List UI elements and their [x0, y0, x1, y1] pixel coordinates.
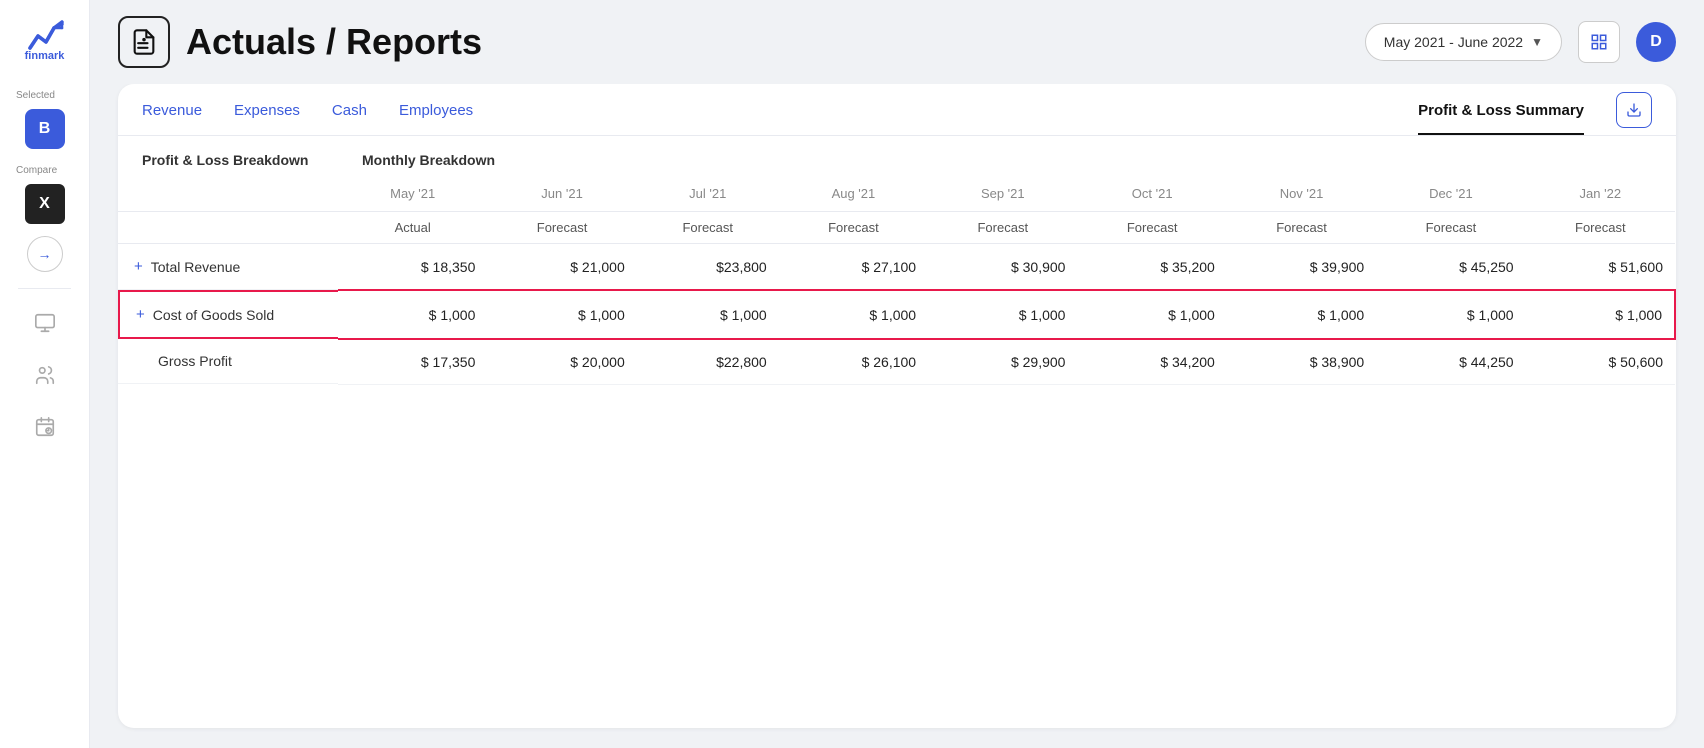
revenue-val-1: $ 21,000 [487, 244, 636, 291]
revenue-val-5: $ 35,200 [1077, 244, 1226, 291]
table-row: + Cost of Goods Sold $ 1,000 $ 1,000 $ 1… [118, 290, 1675, 339]
cogs-val-4: $ 1,000 [928, 290, 1077, 339]
tab-pnl-summary[interactable]: Profit & Loss Summary [1418, 84, 1584, 135]
page-icon [118, 16, 170, 68]
col2-header: Monthly Breakdown [338, 136, 1675, 176]
revenue-val-3: $ 27,100 [779, 244, 928, 291]
revenue-val-4: $ 30,900 [928, 244, 1077, 291]
type-col-8: Forecast [1526, 212, 1675, 244]
page-title: Actuals / Reports [186, 21, 1349, 63]
tab-expenses[interactable]: Expenses [234, 84, 300, 135]
type-col-0: Actual [338, 212, 487, 244]
type-col-2: Forecast [637, 212, 779, 244]
logo: finmark [20, 16, 70, 66]
revenue-val-7: $ 45,250 [1376, 244, 1525, 291]
reports-icon [130, 28, 158, 56]
sidebar-divider [18, 288, 71, 289]
month-col-6: Nov '21 [1227, 176, 1376, 212]
type-col-1: Forecast [487, 212, 636, 244]
month-col-0: May '21 [338, 176, 487, 212]
expand-revenue-button[interactable]: + [134, 258, 143, 275]
download-icon [1626, 102, 1642, 118]
type-col-6: Forecast [1227, 212, 1376, 244]
month-col-3: Aug '21 [779, 176, 928, 212]
cogs-val-1: $ 1,000 [487, 290, 636, 339]
revenue-label: Total Revenue [151, 259, 241, 275]
cogs-val-3: $ 1,000 [779, 290, 928, 339]
cogs-label: Cost of Goods Sold [153, 307, 274, 323]
sidebar: finmark Selected B Compare X → [0, 0, 90, 748]
month-col-4: Sep '21 [928, 176, 1077, 212]
type-col-4: Forecast [928, 212, 1077, 244]
calendar-nav-item[interactable] [23, 405, 67, 449]
gp-val-4: $ 29,900 [928, 339, 1077, 385]
type-col-5: Forecast [1077, 212, 1226, 244]
col1-header: Profit & Loss Breakdown [118, 136, 338, 176]
gp-val-7: $ 44,250 [1376, 339, 1525, 385]
main-content: Actuals / Reports May 2021 - June 2022 ▼… [90, 0, 1704, 748]
gp-val-0: $ 17,350 [338, 339, 487, 385]
month-header-row: May '21 Jun '21 Jul '21 Aug '21 Sep '21 … [118, 176, 1675, 212]
gross-profit-label: Gross Profit [158, 353, 232, 369]
cogs-val-2: $ 1,000 [637, 290, 779, 339]
section-header-row: Profit & Loss Breakdown Monthly Breakdow… [118, 136, 1675, 176]
month-col-2: Jul '21 [637, 176, 779, 212]
download-button[interactable] [1616, 92, 1652, 128]
gp-val-6: $ 38,900 [1227, 339, 1376, 385]
table-row: Gross Profit $ 17,350 $ 20,000 $22,800 $… [118, 339, 1675, 385]
compare-label: Compare [0, 165, 57, 176]
compare-avatar[interactable]: X [25, 184, 65, 224]
revenue-val-8: $ 51,600 [1526, 244, 1675, 291]
chevron-down-icon: ▼ [1531, 35, 1543, 49]
tab-bar: Revenue Expenses Cash Employees Profit &… [118, 84, 1676, 136]
grid-icon [1590, 33, 1608, 51]
tab-cash[interactable]: Cash [332, 84, 367, 135]
cogs-val-8: $ 1,000 [1526, 290, 1675, 339]
table-row: + Total Revenue $ 18,350 $ 21,000 $23,80… [118, 244, 1675, 291]
cogs-val-7: $ 1,000 [1376, 290, 1525, 339]
gp-val-8: $ 50,600 [1526, 339, 1675, 385]
tab-revenue[interactable]: Revenue [142, 84, 202, 135]
grid-view-button[interactable] [1578, 21, 1620, 63]
month-col-5: Oct '21 [1077, 176, 1226, 212]
date-range-label: May 2021 - June 2022 [1384, 34, 1523, 50]
cogs-val-0: $ 1,000 [338, 290, 487, 339]
gp-val-3: $ 26,100 [779, 339, 928, 385]
main-card: Revenue Expenses Cash Employees Profit &… [118, 84, 1676, 728]
data-table: Profit & Loss Breakdown Monthly Breakdow… [118, 136, 1676, 385]
revenue-val-0: $ 18,350 [338, 244, 487, 291]
expand-cogs-button[interactable]: + [136, 306, 145, 323]
calendar-icon [34, 416, 56, 438]
type-col-7: Forecast [1376, 212, 1525, 244]
cogs-val-6: $ 1,000 [1227, 290, 1376, 339]
data-table-wrapper[interactable]: Profit & Loss Breakdown Monthly Breakdow… [118, 136, 1676, 728]
content-area: Revenue Expenses Cash Employees Profit &… [90, 84, 1704, 748]
expand-sidebar-button[interactable]: → [27, 236, 63, 272]
type-col-3: Forecast [779, 212, 928, 244]
header: Actuals / Reports May 2021 - June 2022 ▼… [90, 0, 1704, 84]
cogs-val-5: $ 1,000 [1077, 290, 1226, 339]
selected-label: Selected [0, 90, 55, 101]
finmark-logo-icon [26, 20, 64, 54]
month-col-8: Jan '22 [1526, 176, 1675, 212]
user-avatar-button[interactable]: D [1636, 22, 1676, 62]
monitor-nav-item[interactable] [23, 301, 67, 345]
month-col-7: Dec '21 [1376, 176, 1525, 212]
users-nav-item[interactable] [23, 353, 67, 397]
logo-text: finmark [25, 50, 65, 62]
monitor-icon [34, 312, 56, 334]
type-header-row: Actual Forecast Forecast Forecast Foreca… [118, 212, 1675, 244]
gp-val-5: $ 34,200 [1077, 339, 1226, 385]
revenue-val-6: $ 39,900 [1227, 244, 1376, 291]
date-range-button[interactable]: May 2021 - June 2022 ▼ [1365, 23, 1562, 61]
revenue-val-2: $23,800 [637, 244, 779, 291]
month-col-1: Jun '21 [487, 176, 636, 212]
gp-val-1: $ 20,000 [487, 339, 636, 385]
users-icon [34, 364, 56, 386]
selected-avatar[interactable]: B [25, 109, 65, 149]
gp-val-2: $22,800 [637, 339, 779, 385]
tab-employees[interactable]: Employees [399, 84, 473, 135]
